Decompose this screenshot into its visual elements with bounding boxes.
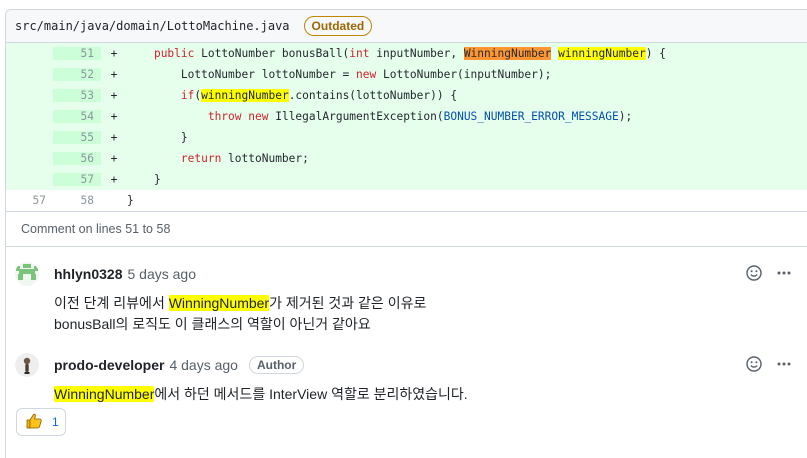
- diff-snippet: 51 + public LottoNumber bonusBall(int in…: [6, 43, 807, 211]
- outdated-badge: Outdated: [303, 16, 373, 36]
- new-line-number: 52: [53, 68, 101, 81]
- review-comment: hhlyn0328 5 days ago 이전 단계 리뷰에서 WinningN…: [15, 262, 795, 335]
- search-highlight: winningNumber: [201, 89, 289, 102]
- thumbs-up-reaction-button[interactable]: 1: [16, 408, 66, 436]
- more-options-kebab-icon[interactable]: [773, 262, 795, 284]
- diff-line: 54 + throw new IllegalArgumentException(…: [6, 106, 807, 127]
- code-line: LottoNumber lottoNumber = new LottoNumbe…: [180, 68, 552, 81]
- code-line: throw new IllegalArgumentException(BONUS…: [207, 110, 633, 123]
- comment-line: bonusBall의 로직도 이 클래스의 역할이 아닌거 같아요: [54, 316, 371, 332]
- new-line-number: 58: [80, 194, 94, 207]
- file-path-link[interactable]: src/main/java/domain/LottoMachine.java: [15, 19, 290, 33]
- diff-marker: +: [110, 173, 118, 186]
- new-line-number: 54: [53, 110, 101, 123]
- new-line-number: 51: [53, 47, 101, 60]
- search-highlight: WinningNumber: [54, 386, 155, 402]
- code-line: if(winningNumber.contains(lottoNumber)) …: [180, 89, 458, 102]
- new-line-number: 56: [53, 152, 101, 165]
- diff-marker: +: [110, 68, 118, 81]
- comment-timestamp[interactable]: 5 days ago: [127, 266, 196, 282]
- search-highlight-current: WinningNumber: [463, 47, 552, 60]
- new-line-number: 57: [53, 173, 101, 186]
- diff-marker: +: [110, 47, 118, 60]
- reaction-count: 1: [52, 415, 59, 429]
- comment-line: 이전 단계 리뷰에서 WinningNumber가 제거된 것과 같은 이유로: [54, 295, 427, 311]
- diff-marker: +: [110, 131, 118, 144]
- file-header: src/main/java/domain/LottoMachine.java O…: [6, 10, 807, 43]
- code-line: return lottoNumber;: [180, 152, 309, 165]
- diff-line: 52 + LottoNumber lottoNumber = new Lotto…: [6, 64, 807, 85]
- comment-header: hhlyn0328 5 days ago: [15, 262, 795, 286]
- comment-header: prodo-developer 4 days ago Author: [15, 353, 795, 377]
- new-line-number: 53: [53, 89, 101, 102]
- code-line: public LottoNumber bonusBall(int inputNu…: [153, 47, 666, 60]
- code-line: }: [127, 194, 134, 207]
- code-line: }: [180, 131, 188, 144]
- diff-line: 56 + return lottoNumber;: [6, 148, 807, 169]
- avatar[interactable]: [15, 353, 39, 377]
- diff-marker: +: [110, 110, 118, 123]
- more-options-kebab-icon[interactable]: [773, 353, 795, 375]
- diff-line: 53 + if(winningNumber.contains(lottoNumb…: [6, 85, 807, 106]
- diff-line: 55 + }: [6, 127, 807, 148]
- comment-author[interactable]: hhlyn0328: [54, 266, 122, 282]
- review-comment: prodo-developer 4 days ago Author Winnin…: [15, 353, 795, 405]
- old-line-number: 57: [32, 194, 46, 207]
- comment-range-label: Comment on lines 51 to 58: [6, 211, 807, 247]
- diff-line: 57 + }: [6, 169, 807, 190]
- comment-line: WinningNumber에서 하던 메서드를 InterView 역할로 분리…: [54, 386, 468, 402]
- code-line: }: [153, 173, 161, 186]
- search-highlight: winningNumber: [558, 47, 646, 60]
- comment-actions: [743, 353, 795, 375]
- thumbs-up-icon: [25, 412, 43, 433]
- add-reaction-smiley-icon[interactable]: [743, 353, 765, 375]
- diff-line: 57 58 }: [6, 190, 807, 211]
- comment-actions: [743, 262, 795, 284]
- new-line-number: 55: [53, 131, 101, 144]
- avatar[interactable]: [15, 262, 39, 286]
- comment-body: 이전 단계 리뷰에서 WinningNumber가 제거된 것과 같은 이유로 …: [54, 293, 795, 335]
- author-badge: Author: [248, 356, 305, 374]
- comment-author[interactable]: prodo-developer: [54, 357, 164, 373]
- diff-marker: +: [110, 152, 118, 165]
- search-highlight: WinningNumber: [168, 295, 270, 311]
- diff-line: 51 + public LottoNumber bonusBall(int in…: [6, 43, 807, 64]
- comment-body: WinningNumber에서 하던 메서드를 InterView 역할로 분리…: [54, 384, 795, 405]
- comment-timestamp[interactable]: 4 days ago: [169, 357, 238, 373]
- add-reaction-smiley-icon[interactable]: [743, 262, 765, 284]
- diff-marker: +: [110, 89, 118, 102]
